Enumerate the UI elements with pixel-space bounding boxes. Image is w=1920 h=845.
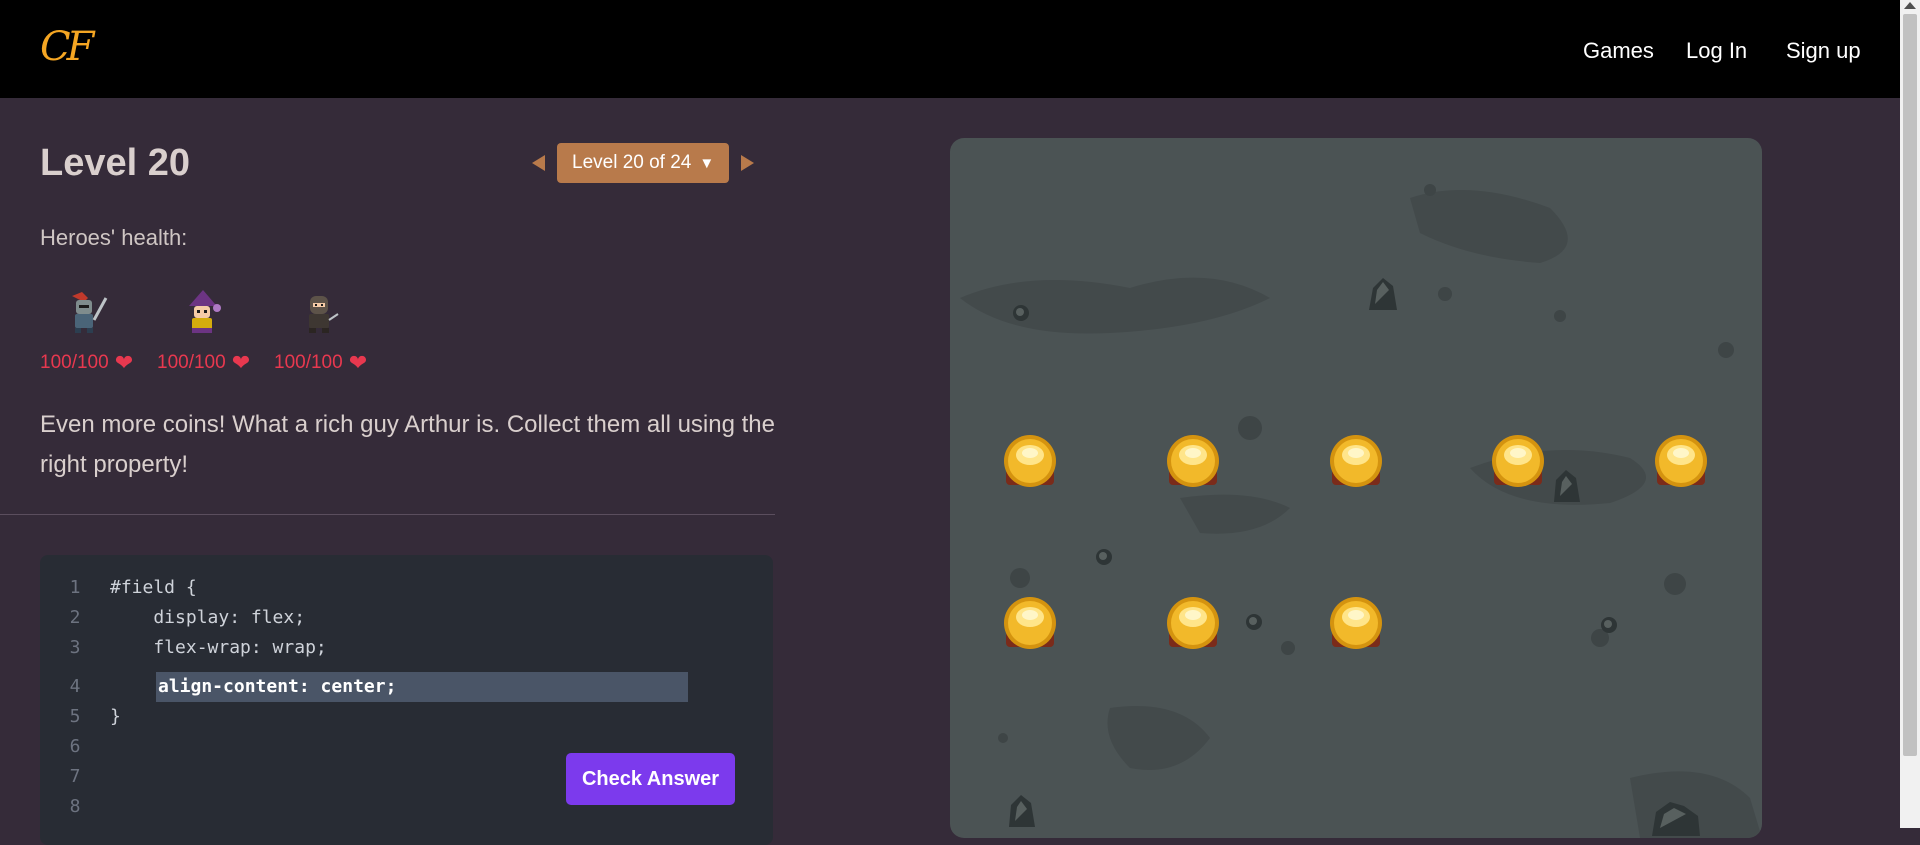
check-answer-button[interactable]: Check Answer (566, 753, 735, 805)
heart-icon: ❤ (231, 350, 251, 375)
rogue-health-value: 100/100 (274, 352, 343, 373)
coin-icon (1326, 433, 1386, 493)
nav-login-link[interactable]: Log In (1686, 38, 1747, 64)
next-level-arrow-icon[interactable] (741, 155, 755, 171)
code-text: display: flex; (110, 607, 306, 628)
knight-hero-icon (40, 290, 130, 334)
rock-icon (1245, 613, 1263, 636)
rogue-hero-icon (274, 290, 364, 334)
line-number: 4 (69, 676, 81, 697)
level-selector-label: Level 20 of 24 (572, 152, 692, 173)
code-text: #field { (110, 577, 197, 598)
previous-level-arrow-icon[interactable] (532, 155, 545, 171)
rock-icon (1650, 798, 1702, 838)
nav-games-link[interactable]: Games (1583, 38, 1654, 64)
rock-icon (1550, 468, 1582, 509)
level-title: Level 20 (40, 142, 190, 184)
level-navigation: Level 20 of 24 ▼ (532, 143, 755, 183)
rock-icon (1600, 616, 1618, 639)
coin-icon (1000, 433, 1060, 493)
code-text: } (110, 706, 121, 727)
rock-icon (1095, 548, 1113, 571)
game-board (950, 138, 1762, 838)
rogue-health: 100/100 ❤ (274, 350, 367, 376)
heroes-health-label: Heroes' health: (40, 225, 188, 250)
line-number: 7 (69, 766, 81, 787)
knight-health-value: 100/100 (40, 352, 109, 373)
level-description: Even more coins! What a rich guy Arthur … (40, 411, 775, 478)
line-number: 2 (69, 607, 81, 628)
line-number: 6 (69, 736, 81, 757)
nav-signup-link[interactable]: Sign up (1786, 38, 1861, 64)
answer-input-text[interactable]: align-content: center; (158, 672, 396, 702)
knight-health: 100/100 ❤ (40, 350, 133, 376)
code-text: flex-wrap: wrap; (110, 637, 327, 658)
heart-icon: ❤ (114, 350, 134, 375)
top-navbar: CF Games Log In Sign up (0, 0, 1900, 98)
line-number: 3 (69, 637, 81, 658)
level-selector-dropdown[interactable]: Level 20 of 24 ▼ (557, 143, 730, 183)
coin-icon (1326, 595, 1386, 655)
rock-icon (1365, 276, 1399, 317)
line-number: 5 (69, 706, 81, 727)
line-number: 8 (69, 796, 81, 817)
scroll-up-arrow-icon[interactable] (1904, 2, 1916, 9)
coin-icon (1000, 595, 1060, 655)
dropdown-triangle-icon: ▼ (699, 154, 715, 172)
rock-icon (1012, 304, 1030, 327)
coin-icon (1163, 433, 1223, 493)
wizard-hero-icon (157, 290, 247, 334)
wizard-health-value: 100/100 (157, 352, 226, 373)
coin-icon (1651, 433, 1711, 493)
coin-icon (1488, 433, 1548, 493)
section-divider (0, 514, 775, 515)
coin-icon (1163, 595, 1223, 655)
line-number: 1 (69, 577, 81, 598)
wizard-health: 100/100 ❤ (157, 350, 250, 376)
heart-icon: ❤ (348, 350, 368, 375)
site-logo[interactable]: CF (40, 24, 94, 70)
scrollbar-thumb[interactable] (1903, 14, 1917, 756)
